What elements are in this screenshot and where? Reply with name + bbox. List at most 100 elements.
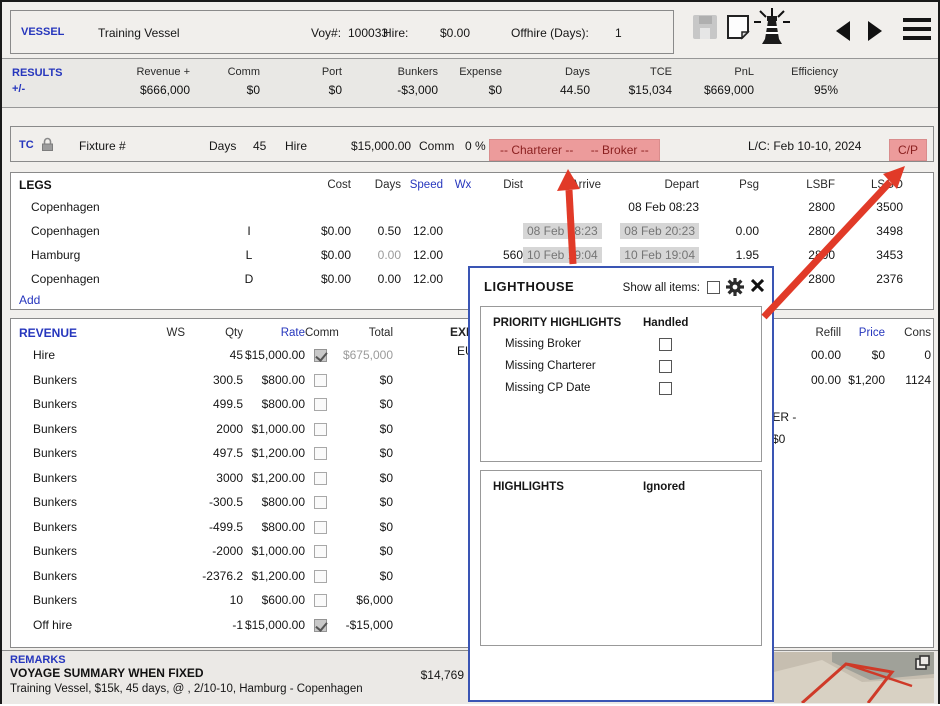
revenue-rate-value[interactable]: $1,200.00 <box>243 446 305 460</box>
revenue-comm-checkbox[interactable] <box>314 349 327 362</box>
leg-speed[interactable]: 12.00 <box>401 248 443 262</box>
leg-arrive[interactable]: 10 Feb 19:04 <box>523 247 602 263</box>
leg-lsgo: 3498 <box>835 224 903 238</box>
revenue-total-value: $0 <box>335 446 393 460</box>
gear-icon[interactable] <box>726 278 744 299</box>
revenue-comm-checkbox[interactable] <box>314 398 327 411</box>
leg-speed[interactable]: 12.00 <box>401 272 443 286</box>
priority-highlight-label: Missing Charterer <box>505 360 659 372</box>
bunker-header-price[interactable]: Price <box>841 327 885 339</box>
save-icon[interactable] <box>692 14 718 43</box>
revenue-comm-checkbox[interactable] <box>314 619 327 632</box>
popout-icon[interactable] <box>915 655 930 673</box>
bunker-price-value[interactable]: $1,200 <box>841 373 885 387</box>
revenue-qty-value[interactable]: -2000 <box>185 544 243 558</box>
leg-depart[interactable]: 10 Feb 19:04 <box>620 247 699 263</box>
leg-port[interactable]: Copenhagen <box>19 224 235 238</box>
revenue-comm-checkbox[interactable] <box>314 521 327 534</box>
add-leg-link[interactable]: Add <box>19 293 40 307</box>
broker-placeholder[interactable]: -- Broker -- <box>591 143 649 157</box>
revenue-header-comm: Comm <box>305 327 335 339</box>
revenue-qty-value[interactable]: 3000 <box>185 471 243 485</box>
leg-days[interactable]: 0.00 <box>351 248 401 262</box>
next-icon[interactable] <box>866 19 884 46</box>
revenue-comm-checkbox[interactable] <box>314 423 327 436</box>
leg-arrive[interactable]: 08 Feb 08:23 <box>523 223 602 239</box>
cp-date-alert-field[interactable]: C/P <box>889 139 927 161</box>
revenue-rate-value[interactable]: $800.00 <box>243 495 305 509</box>
revenue-qty-value[interactable]: 499.5 <box>185 397 243 411</box>
revenue-header-rate[interactable]: Rate <box>243 327 305 339</box>
leg-depart[interactable]: 08 Feb 20:23 <box>620 223 699 239</box>
revenue-header-qty: Qty <box>185 327 243 339</box>
revenue-comm-checkbox[interactable] <box>314 472 327 485</box>
leg-port[interactable]: Hamburg <box>19 248 235 262</box>
hire-value[interactable]: $0.00 <box>440 26 470 40</box>
revenue-rate-value[interactable]: $1,200.00 <box>243 569 305 583</box>
revenue-rate-value[interactable]: $600.00 <box>243 593 305 607</box>
mini-map[interactable] <box>774 652 934 703</box>
notes-icon[interactable] <box>726 14 750 43</box>
revenue-rate-value[interactable]: $15,000.00 <box>243 348 305 362</box>
handled-column-header: Handled <box>643 317 688 329</box>
revenue-comm-checkbox[interactable] <box>314 570 327 583</box>
close-icon[interactable] <box>751 279 764 295</box>
prev-icon[interactable] <box>834 19 852 46</box>
fixture-number-field[interactable]: Fixture # <box>79 139 126 153</box>
handled-checkbox[interactable] <box>659 360 672 373</box>
revenue-qty-value[interactable]: 497.5 <box>185 446 243 460</box>
leg-depart[interactable]: 08 Feb 08:23 <box>628 200 699 214</box>
vessel-bar: VESSEL Training Vessel Voy#: 100033 Hire… <box>10 10 674 54</box>
charterer-broker-alert-field[interactable]: -- Charterer -- -- Broker -- <box>489 139 660 161</box>
charterer-placeholder[interactable]: -- Charterer -- <box>500 143 573 157</box>
vessel-name-field[interactable]: Training Vessel <box>98 26 180 40</box>
leg-dist[interactable]: 560 <box>483 248 523 262</box>
menu-icon[interactable] <box>903 18 931 45</box>
leg-cost[interactable]: $0.00 <box>263 248 351 262</box>
revenue-rate-value[interactable]: $800.00 <box>243 373 305 387</box>
tc-hire-value[interactable]: $15,000.00 <box>351 139 411 153</box>
revenue-rate-value[interactable]: $800.00 <box>243 520 305 534</box>
revenue-qty-value[interactable]: -1 <box>185 618 243 632</box>
laycan-value[interactable]: L/C: Feb 10-10, 2024 <box>748 139 861 153</box>
revenue-qty-value[interactable]: 300.5 <box>185 373 243 387</box>
legs-header-wx[interactable]: Wx <box>443 179 483 191</box>
revenue-comm-checkbox[interactable] <box>314 374 327 387</box>
lighthouse-icon[interactable] <box>750 6 794 49</box>
revenue-qty-value[interactable]: -2376.2 <box>185 569 243 583</box>
leg-cost[interactable]: $0.00 <box>263 224 351 238</box>
revenue-rate-value[interactable]: $15,000.00 <box>243 618 305 632</box>
other-expense-value: $0 <box>772 432 785 446</box>
revenue-rate-value[interactable]: $1,200.00 <box>243 471 305 485</box>
revenue-rate-value[interactable]: $1,000.00 <box>243 544 305 558</box>
revenue-qty-value[interactable]: 2000 <box>185 422 243 436</box>
leg-days[interactable]: 0.00 <box>351 272 401 286</box>
leg-port[interactable]: Copenhagen <box>19 200 235 214</box>
revenue-comm-checkbox[interactable] <box>314 496 327 509</box>
leg-speed[interactable]: 12.00 <box>401 224 443 238</box>
show-all-items-checkbox[interactable] <box>707 281 720 294</box>
leg-days[interactable]: 0.50 <box>351 224 401 238</box>
revenue-item-label: Bunkers <box>19 397 159 411</box>
revenue-qty-value[interactable]: -499.5 <box>185 520 243 534</box>
revenue-item-label: Bunkers <box>19 593 159 607</box>
offhire-days-value[interactable]: 1 <box>615 26 622 40</box>
revenue-qty-value[interactable]: -300.5 <box>185 495 243 509</box>
revenue-rate-value[interactable]: $800.00 <box>243 397 305 411</box>
handled-checkbox[interactable] <box>659 338 672 351</box>
tc-days-value[interactable]: 45 <box>253 139 266 153</box>
leg-cost[interactable]: $0.00 <box>263 272 351 286</box>
results-plus-minus-toggle[interactable]: +/- <box>12 83 25 95</box>
revenue-item-label: Bunkers <box>19 520 159 534</box>
legs-header-speed[interactable]: Speed <box>401 179 443 191</box>
revenue-rate-value[interactable]: $1,000.00 <box>243 422 305 436</box>
revenue-qty-value[interactable]: 10 <box>185 593 243 607</box>
bunker-price-value[interactable]: $0 <box>841 348 885 362</box>
revenue-comm-checkbox[interactable] <box>314 545 327 558</box>
tc-comm-value[interactable]: 0 % <box>465 139 486 153</box>
revenue-qty-value[interactable]: 45 <box>185 348 243 362</box>
revenue-comm-checkbox[interactable] <box>314 594 327 607</box>
handled-checkbox[interactable] <box>659 382 672 395</box>
revenue-comm-checkbox[interactable] <box>314 447 327 460</box>
leg-port[interactable]: Copenhagen <box>19 272 235 286</box>
